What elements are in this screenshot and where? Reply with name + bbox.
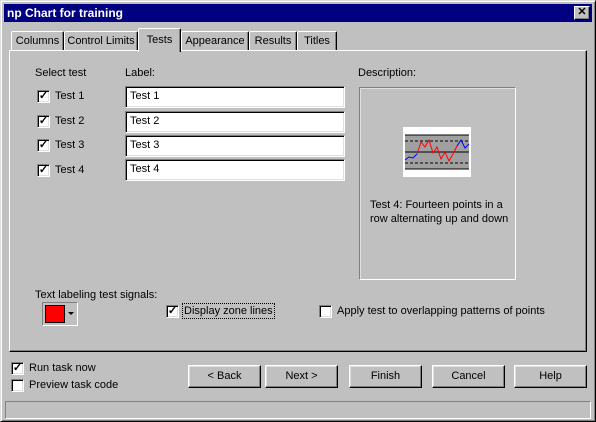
test-pattern-illustration <box>403 127 471 177</box>
tab-control-limits[interactable]: Control Limits <box>64 31 138 51</box>
label-header: Label: <box>125 67 155 79</box>
run-task-now-checkbox[interactable]: ✓ <box>11 362 24 375</box>
test-1-label-input[interactable]: Test 1 <box>125 86 345 108</box>
dialog-window: np Chart for training ✕ Columns Control … <box>0 0 596 422</box>
test-2-checkbox[interactable]: ✓ <box>37 115 50 128</box>
color-swatch <box>45 305 65 323</box>
test-1-label: Test 1 <box>55 90 85 102</box>
test-3-label: Test 3 <box>55 139 85 151</box>
test-3-checkbox[interactable]: ✓ <box>37 139 50 152</box>
finish-button[interactable]: Finish <box>349 365 422 388</box>
test-4-label: Test 4 <box>55 164 85 176</box>
apply-overlap-label: Apply test to overlapping patterns of po… <box>337 305 545 317</box>
tab-columns[interactable]: Columns <box>11 31 64 51</box>
description-text: Test 4: Fourteen points in a row alterna… <box>370 199 509 225</box>
description-box: Test 4: Fourteen points in a row alterna… <box>359 87 516 280</box>
preview-task-code-label: Preview task code <box>29 379 119 391</box>
test-3-label-input[interactable]: Test 3 <box>125 135 345 157</box>
back-button[interactable]: < Back <box>188 365 261 388</box>
display-zone-lines-label: Display zone lines <box>182 303 275 319</box>
tab-titles[interactable]: Titles <box>297 31 337 51</box>
tab-tests[interactable]: Tests <box>138 28 181 52</box>
help-button[interactable]: Help <box>514 365 587 388</box>
test-2-label: Test 2 <box>55 115 85 127</box>
tab-appearance[interactable]: Appearance <box>181 31 249 51</box>
run-task-now-label: Run task now <box>29 362 96 374</box>
apply-overlap-checkbox[interactable] <box>319 305 332 318</box>
signal-color-picker[interactable] <box>42 302 78 326</box>
select-test-header: Select test <box>35 67 87 79</box>
window-title: np Chart for training <box>7 6 123 20</box>
test-4-checkbox[interactable]: ✓ <box>37 164 50 177</box>
tab-results[interactable]: Results <box>249 31 297 51</box>
description-header: Description: <box>358 67 417 79</box>
status-bar <box>5 401 591 419</box>
display-zone-lines-checkbox[interactable]: ✓ <box>166 305 179 318</box>
title-bar[interactable]: np Chart for training ✕ <box>4 4 592 22</box>
test-4-label-input[interactable]: Test 4 <box>125 159 345 181</box>
test-2-label-input[interactable]: Test 2 <box>125 111 345 133</box>
test-1-checkbox[interactable]: ✓ <box>37 90 50 103</box>
cancel-button[interactable]: Cancel <box>432 365 505 388</box>
text-labeling-label: Text labeling test signals: <box>35 289 158 301</box>
dropdown-arrow-icon <box>68 312 74 315</box>
next-button[interactable]: Next > <box>265 365 338 388</box>
close-button[interactable]: ✕ <box>574 6 590 20</box>
preview-task-code-checkbox[interactable] <box>11 379 24 392</box>
